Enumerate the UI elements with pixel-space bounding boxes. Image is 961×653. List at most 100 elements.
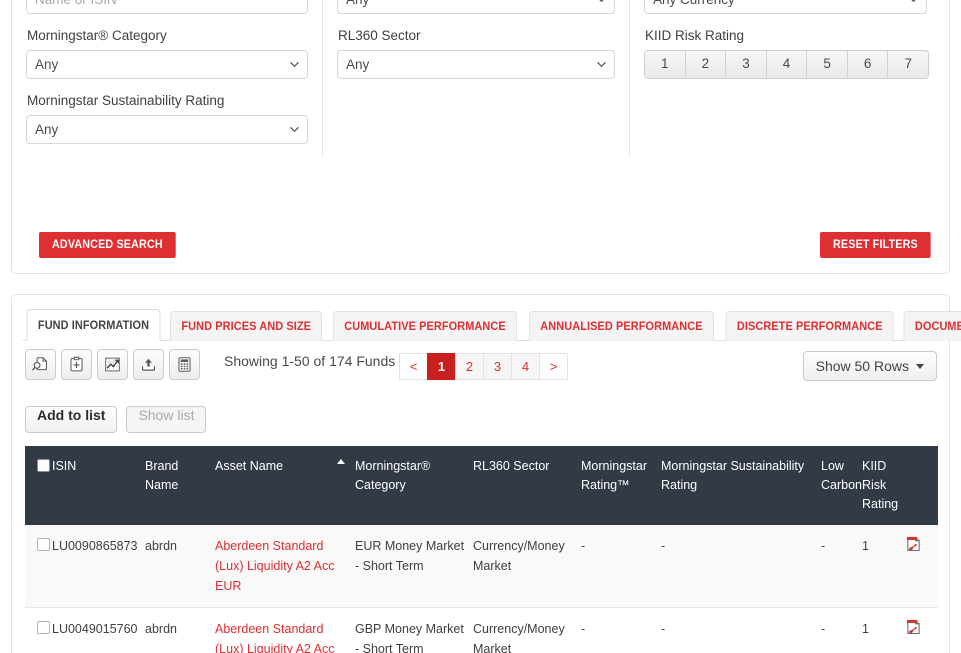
calculator-icon[interactable]: [169, 349, 200, 380]
cell-morningstar-rating: -: [581, 607, 661, 653]
reset-filters-button[interactable]: Reset Filters: [820, 232, 931, 258]
document-search-icon[interactable]: [25, 349, 56, 380]
column-header-brand-name[interactable]: Brand Name: [145, 446, 215, 525]
chart-trend-icon[interactable]: [97, 349, 128, 380]
show-rows-dropdown[interactable]: Show 50 Rows: [802, 351, 937, 381]
kiid-rating-6[interactable]: 6: [847, 51, 889, 78]
fund-centre-page: Name or ISIN Morningstar® Category Any M…: [0, 0, 961, 653]
table-row: LU0090865873 abrdn Aberdeen Standard (Lu…: [25, 525, 938, 608]
cell-isin: LU0090865873: [52, 525, 145, 608]
cell-sustainability-rating: -: [661, 607, 821, 653]
field-kiid-risk-rating: KIID Risk Rating 1 2 3 4 5 6 7: [644, 28, 929, 79]
cell-asset-name: Aberdeen Standard (Lux) Liquidity A2 Acc…: [215, 607, 355, 653]
tab-discrete-performance[interactable]: Discrete Performance: [725, 311, 895, 341]
rl360-sector-select[interactable]: Any: [337, 50, 615, 79]
kiid-rating-3[interactable]: 3: [726, 51, 767, 78]
filter-panel: Name or ISIN Morningstar® Category Any M…: [11, 0, 950, 274]
kiid-rating-4[interactable]: 4: [766, 51, 808, 78]
sustainability-rating-select[interactable]: Any: [26, 115, 308, 144]
results-count-text: Showing 1-50 of 174 Funds: [224, 353, 396, 369]
funds-table-header: ISIN Brand Name Asset Name Morningstar® …: [25, 446, 938, 525]
column-header-morningstar-category[interactable]: Morningstar® Category: [355, 446, 473, 525]
column-header-morningstar-rating[interactable]: Morningstar Rating™: [581, 446, 661, 525]
add-to-list-button[interactable]: Add to list: [25, 406, 118, 433]
morningstar-category-select[interactable]: Any: [26, 50, 308, 79]
kiid-risk-rating-group: 1 2 3 4 5 6 7: [644, 50, 929, 79]
cell-kiid-risk-rating: 1: [862, 607, 906, 653]
results-panel: Fund Information Fund Prices and Size Cu…: [11, 294, 961, 653]
field-rl360-sector: RL360 Sector Any: [337, 28, 615, 79]
pagination-next[interactable]: >: [539, 353, 568, 380]
field-price-currency: Price Currency Any Currency: [644, 0, 927, 14]
price-currency-select[interactable]: Any Currency: [644, 0, 927, 14]
table-row: LU0049015760 abrdn Aberdeen Standard (Lu…: [25, 607, 938, 653]
column-header-kiid-risk-rating[interactable]: KIID Risk Rating: [862, 446, 906, 525]
tab-fund-prices-and-size[interactable]: Fund Prices and Size: [170, 311, 323, 341]
search-input[interactable]: [26, 0, 308, 14]
cell-morningstar-rating: -: [581, 525, 661, 608]
upload-icon[interactable]: [133, 349, 164, 380]
cell-isin: LU0049015760: [52, 607, 145, 653]
column-header-asset-name-label: Asset Name: [215, 459, 284, 473]
pagination-prev[interactable]: <: [399, 353, 428, 380]
filter-column-middle: Branding Company Any RL360 Sector: [322, 0, 629, 158]
sustainability-rating-label: Morningstar Sustainability Rating: [27, 93, 225, 108]
pdf-icon[interactable]: [906, 536, 921, 552]
asset-name-link[interactable]: Aberdeen Standard (Lux) Liquidity A2 Acc…: [215, 539, 335, 593]
column-header-low-carbon[interactable]: Low Carbon: [821, 446, 862, 525]
funds-table: ISIN Brand Name Asset Name Morningstar® …: [25, 446, 938, 653]
kiid-rating-5[interactable]: 5: [807, 51, 848, 78]
cell-sustainability-rating: -: [661, 525, 821, 608]
column-header-rl360-sector[interactable]: RL360 Sector: [473, 446, 581, 525]
cell-asset-name: Aberdeen Standard (Lux) Liquidity A2 Acc…: [215, 525, 355, 608]
filter-grid: Name or ISIN Morningstar® Category Any M…: [12, 0, 949, 158]
row-checkbox[interactable]: [37, 621, 50, 634]
kiid-risk-rating-label: KIID Risk Rating: [645, 28, 745, 43]
rl360-sector-label: RL360 Sector: [338, 28, 421, 43]
column-header-isin[interactable]: ISIN: [52, 446, 145, 525]
clipboard-add-icon[interactable]: [61, 349, 92, 380]
tab-annualised-performance[interactable]: Annualised Performance: [529, 311, 715, 341]
pagination-page-3[interactable]: 3: [483, 353, 512, 380]
show-list-button: Show list: [126, 406, 207, 433]
branding-company-select[interactable]: Any: [337, 0, 615, 14]
column-header-document: [906, 446, 938, 525]
row-checkbox[interactable]: [37, 538, 50, 551]
results-toolbar: [25, 349, 205, 380]
pagination-page-1[interactable]: 1: [427, 353, 456, 380]
funds-table-container: ISIN Brand Name Asset Name Morningstar® …: [25, 446, 938, 653]
cell-morningstar-category: GBP Money Market - Short Term: [355, 607, 473, 653]
tab-fund-information[interactable]: Fund Information: [26, 309, 161, 341]
kiid-rating-2[interactable]: 2: [685, 51, 727, 78]
field-sustainability-rating: Morningstar Sustainability Rating Any: [26, 93, 308, 144]
field-name-or-isin: Name or ISIN: [26, 0, 308, 14]
row-select-cell: [25, 525, 52, 608]
pagination-page-4[interactable]: 4: [511, 353, 540, 380]
filter-column-left: Name or ISIN Morningstar® Category Any M…: [12, 0, 322, 158]
tab-cumulative-performance[interactable]: Cumulative Performance: [333, 311, 518, 341]
advanced-search-button[interactable]: Advanced Search: [39, 232, 176, 258]
cell-brand-name: abrdn: [145, 525, 215, 608]
cell-rl360-sector: Currency/Money Market: [473, 525, 581, 608]
cell-document: [906, 607, 938, 653]
show-rows-label: Show 50 Rows: [815, 358, 909, 374]
morningstar-category-label: Morningstar® Category: [27, 28, 167, 43]
tab-documents[interactable]: Documents: [903, 311, 961, 341]
filter-column-right: Price Currency Any Currency KIID Risk Ra…: [629, 0, 941, 158]
select-all-checkbox[interactable]: [37, 459, 50, 472]
asset-name-link[interactable]: Aberdeen Standard (Lux) Liquidity A2 Acc…: [215, 622, 335, 653]
cell-kiid-risk-rating: 1: [862, 525, 906, 608]
kiid-rating-7[interactable]: 7: [888, 51, 928, 78]
pagination-page-2[interactable]: 2: [455, 353, 484, 380]
kiid-rating-1[interactable]: 1: [645, 51, 686, 78]
column-header-asset-name[interactable]: Asset Name: [215, 446, 355, 525]
column-header-sustainability-rating[interactable]: Morningstar Sustainability Rating: [661, 446, 821, 525]
cell-low-carbon: -: [821, 525, 862, 608]
pdf-icon[interactable]: [906, 619, 921, 635]
funds-table-body: LU0090865873 abrdn Aberdeen Standard (Lu…: [25, 525, 938, 653]
sort-ascending-icon: [337, 459, 345, 464]
row-select-cell: [25, 607, 52, 653]
pagination: < 1 2 3 4 >: [399, 353, 568, 380]
field-morningstar-category: Morningstar® Category Any: [26, 28, 308, 79]
tab-bar: Fund Information Fund Prices and Size Cu…: [23, 309, 961, 341]
